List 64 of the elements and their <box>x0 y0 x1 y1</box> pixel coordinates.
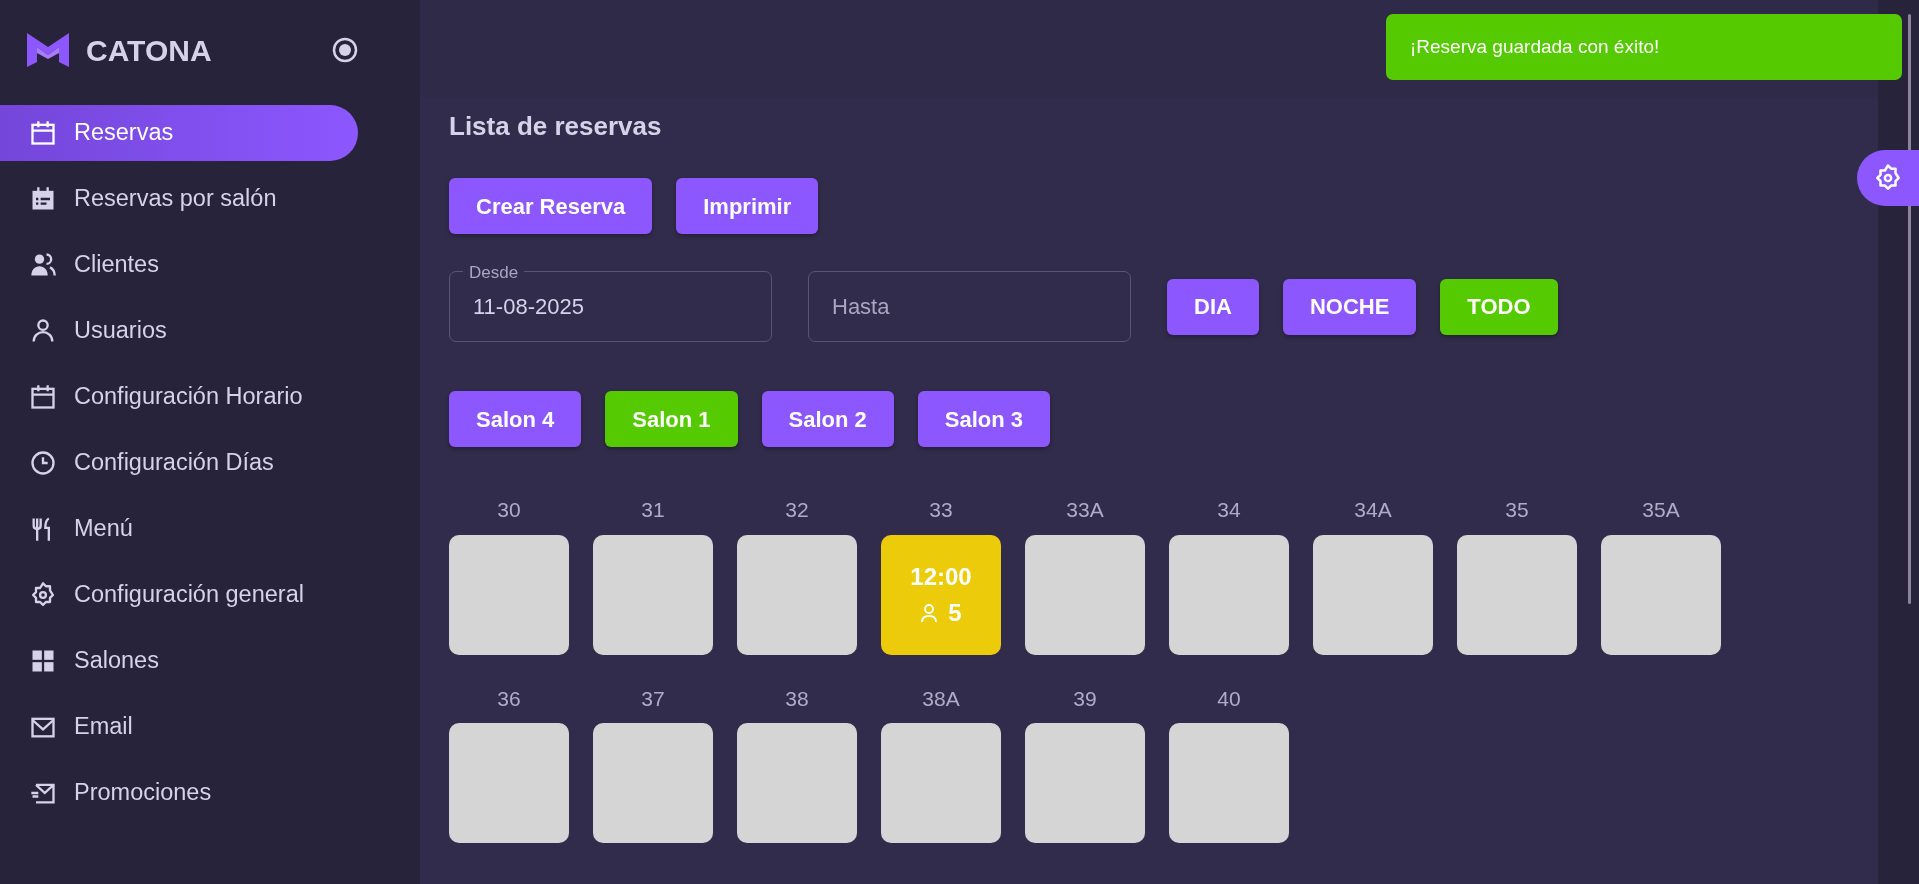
date-field[interactable]: Hasta <box>808 271 1131 343</box>
table-number: 39 <box>1072 685 1098 712</box>
sidebar-item[interactable]: Reservas <box>0 105 358 161</box>
sidebar-item[interactable]: Configuración Días <box>0 435 358 491</box>
table-number: 35A <box>1641 497 1681 524</box>
sidebar-item[interactable]: Reservas por salón <box>0 171 358 227</box>
person-icon <box>920 602 939 623</box>
table-tile[interactable] <box>737 723 857 844</box>
people-icon <box>29 251 57 279</box>
calendar-icon <box>29 383 57 411</box>
scrollbar-thumb[interactable] <box>1908 14 1911 604</box>
settings-button[interactable] <box>1857 150 1919 206</box>
table-number: 40 <box>1216 685 1242 712</box>
sidebar-item[interactable]: Usuarios <box>0 303 358 359</box>
table-tile[interactable] <box>1313 534 1433 655</box>
table-tile[interactable] <box>593 723 713 844</box>
shift-button[interactable]: NOCHE <box>1282 278 1417 335</box>
brand-name: CATONA <box>86 32 212 69</box>
table-tile[interactable] <box>1169 534 1289 655</box>
page-title: Lista de reservas <box>449 111 663 143</box>
table-number: 33 <box>928 497 954 524</box>
table-number: 36 <box>496 685 522 712</box>
table-number: 31 <box>640 497 666 524</box>
table-number: 30 <box>496 497 522 524</box>
print-button[interactable]: Imprimir <box>676 178 819 235</box>
calendar-icon <box>29 119 57 147</box>
table-number: 34A <box>1353 497 1393 524</box>
table-number: 34 <box>1216 497 1242 524</box>
table-tile[interactable] <box>449 534 569 655</box>
table-number: 32 <box>784 497 810 524</box>
table-number: 38 <box>784 685 810 712</box>
table-tile[interactable] <box>1601 534 1721 655</box>
table-number: 35 <box>1504 497 1530 524</box>
sidebar-item[interactable]: Configuración Horario <box>0 369 358 425</box>
table-number: 33A <box>1065 497 1105 524</box>
sidebar-item[interactable]: Promociones <box>0 765 358 821</box>
sidebar-item[interactable]: Email <box>0 699 358 755</box>
table-tile[interactable] <box>1457 534 1577 655</box>
table-tile[interactable] <box>1025 723 1145 844</box>
room-button[interactable]: Salon 2 <box>761 391 894 448</box>
room-button[interactable]: Salon 3 <box>917 391 1050 448</box>
gear-icon <box>1873 163 1903 193</box>
table-tile[interactable] <box>881 723 1001 844</box>
sidebar-item[interactable]: Clientes <box>0 237 358 293</box>
guest-count: 5 <box>948 597 962 628</box>
table-number: 37 <box>640 685 666 712</box>
sidebar-item[interactable]: Menú <box>0 501 358 557</box>
sidebar-item[interactable]: Salones <box>0 633 358 689</box>
table-number: 38A <box>921 685 961 712</box>
logo-icon <box>27 33 69 67</box>
toggle-icon[interactable] <box>332 37 358 63</box>
reservation-time: 12:00 <box>910 561 972 592</box>
table-tile[interactable] <box>449 723 569 844</box>
table-tile[interactable] <box>1025 534 1145 655</box>
gear-icon <box>29 581 57 609</box>
table-tile[interactable] <box>593 534 713 655</box>
table-tile[interactable] <box>737 534 857 655</box>
sidebar-item[interactable]: Configuración general <box>0 567 358 623</box>
table-tile[interactable] <box>1169 723 1289 844</box>
create-button[interactable]: Crear Reserva <box>449 178 653 235</box>
clock-icon <box>29 449 57 477</box>
shift-button[interactable]: DIA <box>1167 278 1259 335</box>
success-toast: ¡Reserva guardada con éxito! <box>1386 14 1902 80</box>
room-button[interactable]: Salon 4 <box>449 391 582 448</box>
